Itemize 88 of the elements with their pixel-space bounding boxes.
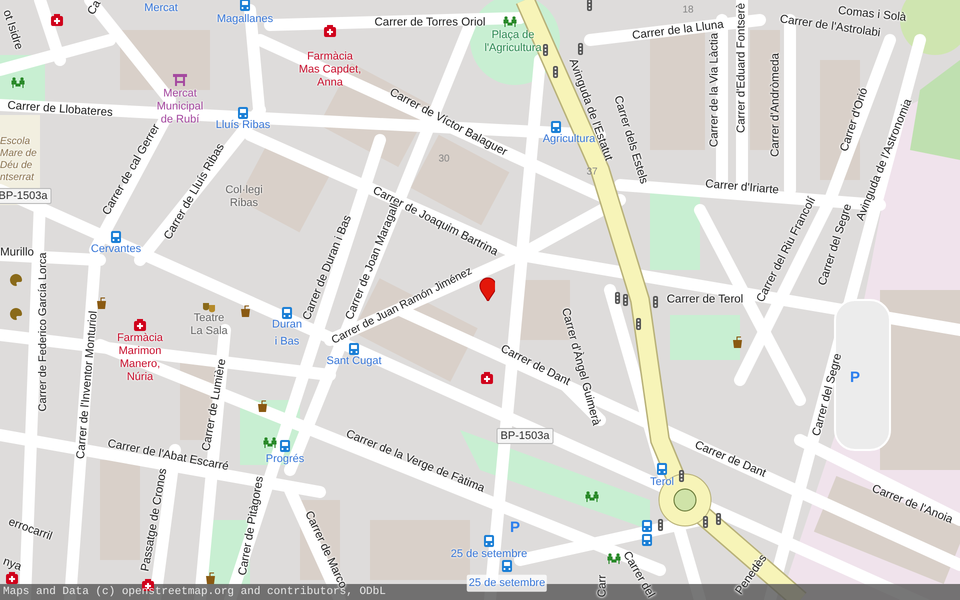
street-label: Carrer de Dant: [692, 438, 768, 482]
bus-stop-label: 25 de setembre: [450, 546, 528, 562]
street-label: ot Isidre: [0, 8, 26, 52]
street-label: Carrer de l'Inventor Monturiol: [74, 310, 101, 460]
bus-icon: [240, 0, 250, 11]
playground-icon: [585, 490, 599, 502]
street-label: Carrer dels Estels: [612, 94, 651, 186]
street-label: Carrer de Llobateres: [6, 98, 114, 122]
street-label: Comas i Solà: [837, 4, 907, 24]
building-label: Teatre La Sala: [190, 312, 228, 338]
street-label: Carrer de Pitàgores: [236, 475, 267, 577]
traffic-light-icon: [542, 44, 548, 56]
bus-icon: [502, 560, 512, 572]
traffic-light-icon: [586, 0, 592, 11]
street-label: Carrer de Lumière: [199, 358, 230, 452]
cup-icon: [256, 400, 268, 412]
cup-icon: [95, 296, 107, 310]
street-label: Carrer d'Eduard Fontserè: [734, 2, 748, 134]
school-label: Escola Mare de Déu de ntserrat: [0, 136, 37, 184]
cup-icon: [731, 336, 743, 348]
bus-icon: [280, 440, 290, 452]
map-pin-icon: [479, 277, 495, 301]
bus-icon: [642, 534, 652, 546]
pharmacy-icon: [6, 572, 18, 584]
street-label: Carrer de la Via Làctia: [707, 32, 722, 148]
traffic-light-icon: [716, 513, 720, 525]
traffic-light-icon: [652, 296, 658, 308]
bus-stop-label: Sant Cugat: [326, 354, 382, 369]
palette-icon: [9, 273, 23, 287]
bus-icon: [551, 121, 561, 133]
pharmacy-icon: [481, 372, 493, 384]
pharmacy-label: Farmàcia Mas Capdet, Anna: [298, 50, 362, 90]
theatre-mask-icon: [202, 302, 216, 314]
street-label: Carrer de Terol: [666, 292, 744, 308]
palette-icon: [9, 307, 23, 321]
playground-icon: [503, 15, 517, 27]
bus-icon: [657, 463, 667, 475]
street-label: Carrer d'Iriarte: [704, 177, 780, 199]
parking-sign: P: [850, 368, 860, 388]
pharmacy-icon: [134, 319, 146, 331]
traffic-light-icon: [636, 318, 640, 330]
house-number: 30: [438, 152, 450, 166]
bus-icon: [349, 343, 359, 355]
bus-stop-label: Cervantes: [90, 242, 142, 257]
street-label: Passatge de Cronos: [138, 467, 170, 573]
bus-stop-label: Lluís Ribas: [216, 118, 270, 133]
street-label: Carrer de Torres Oriol: [374, 15, 486, 30]
bus-stop-label: Progrés: [266, 452, 304, 467]
bus-stop-label: Duran i Bas: [272, 318, 302, 349]
market-label: Mercat Municipal de Rubí: [156, 88, 204, 126]
cup-icon: [239, 304, 251, 318]
street-label: Carrer d'Orió: [837, 86, 872, 154]
pharmacy-icon: [324, 25, 336, 37]
attribution-text: Maps and Data (c) openstreetmap.org and contributors, ODbL: [3, 586, 386, 599]
playground-icon: [607, 552, 621, 564]
bus-icon: [238, 107, 248, 119]
traffic-light-icon: [552, 66, 558, 78]
bus-stop-label: 25 de setembre: [466, 574, 548, 592]
street-label: Carrer del Segre: [810, 352, 846, 438]
playground-icon: [11, 76, 25, 88]
traffic-light-icon: [658, 519, 662, 531]
bus-icon: [111, 231, 121, 243]
traffic-light-icon: [614, 292, 620, 304]
street-label: Carrer d'Andròmeda: [768, 53, 782, 157]
street-label: Carrer del Segre: [816, 202, 856, 288]
bus-icon: [484, 535, 494, 547]
bus-icon: [282, 307, 292, 319]
traffic-light-icon: [678, 470, 684, 482]
street-label: Carr: [595, 574, 610, 598]
traffic-light-icon: [702, 516, 708, 528]
street-label: nya: [0, 554, 24, 576]
street-label: Carrer de Federico García Lorca: [36, 252, 50, 412]
traffic-light-icon: [578, 43, 582, 55]
playground-icon: [263, 436, 277, 448]
bus-stop-label: Magallanes: [216, 12, 274, 27]
traffic-light-icon: [622, 294, 628, 306]
house-number: 18: [682, 4, 694, 18]
market-stall-icon: [172, 73, 188, 87]
cup-icon: [204, 572, 216, 584]
bus-icon: [642, 520, 652, 532]
building-label: Col·legi Ribas: [225, 184, 263, 210]
street-label: Ca: [84, 0, 104, 19]
pharmacy-label: Farmàcia Marimon Manero, Núria: [117, 332, 163, 384]
bus-stop-label: Mercat: [144, 0, 178, 16]
street-label: Murillo: [0, 245, 34, 260]
road-shield: BP-1503a: [496, 428, 554, 444]
parking-sign: P: [510, 518, 520, 538]
pharmacy-icon: [51, 14, 63, 26]
